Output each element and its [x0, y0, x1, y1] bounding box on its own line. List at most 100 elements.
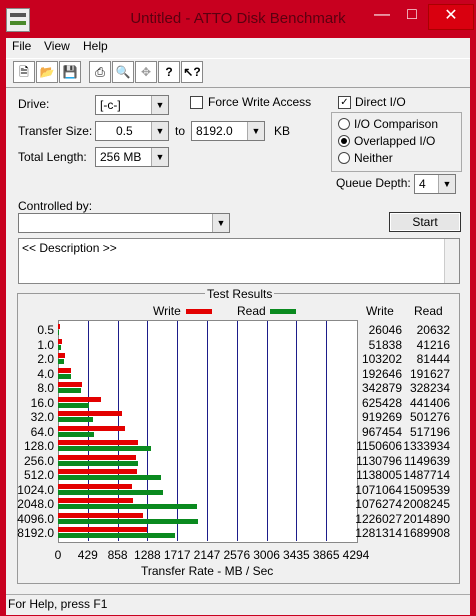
- write-value: 103202: [361, 352, 402, 366]
- read-bar: [58, 373, 72, 379]
- help-icon[interactable]: ?: [158, 61, 180, 83]
- write-value: 26046: [368, 323, 402, 337]
- column-header-write: Write: [366, 304, 394, 318]
- chevron-down-icon: ▼: [151, 122, 168, 140]
- read-value: 501276: [409, 410, 450, 424]
- io-comparison-radio[interactable]: [338, 118, 350, 130]
- write-value: 192646: [361, 366, 402, 381]
- chevron-down-icon: ▼: [151, 96, 168, 114]
- neither-radio[interactable]: [338, 152, 350, 164]
- description-field[interactable]: << Description >>: [18, 238, 460, 284]
- new-document-icon[interactable]: 🗎: [13, 61, 35, 83]
- direct-io-checkbox[interactable]: ✓: [338, 96, 351, 109]
- menu-view[interactable]: View: [44, 38, 70, 54]
- write-bar: [58, 469, 137, 474]
- read-bar: [58, 475, 162, 480]
- legend-read-label: Read: [237, 304, 266, 318]
- menu-bar: [6, 38, 470, 56]
- write-bar: [58, 411, 122, 416]
- io-comparison-label: I/O Comparison: [354, 117, 439, 131]
- close-button[interactable]: ✕: [428, 4, 474, 30]
- row-label: 16.0: [30, 395, 54, 410]
- write-bar: [58, 527, 147, 532]
- description-scrollbar[interactable]: [444, 239, 459, 283]
- print-preview-icon[interactable]: 🔍: [112, 61, 134, 83]
- read-bar: [58, 518, 198, 524]
- start-button[interactable]: Start: [389, 212, 461, 232]
- total-length-select[interactable]: 256 MB ▼: [95, 147, 169, 167]
- row-label: 8192.0: [17, 526, 54, 540]
- read-bar: [58, 388, 81, 393]
- drive-label: Drive:: [18, 97, 50, 111]
- overlapped-io-radio[interactable]: [338, 135, 350, 147]
- minimize-button[interactable]: —: [368, 4, 396, 28]
- direct-io-label: Direct I/O: [355, 95, 406, 109]
- write-bar: [58, 440, 138, 445]
- row-label: 8.0: [37, 381, 54, 395]
- write-bar: [58, 367, 72, 373]
- write-value: 342879: [361, 381, 402, 395]
- drive-select[interactable]: [-c-] ▼: [95, 95, 169, 115]
- force-write-label: Force Write Access: [208, 95, 312, 109]
- write-value: 967454: [361, 424, 402, 439]
- write-value: 51838: [368, 337, 402, 352]
- read-value: 191627: [409, 366, 450, 381]
- write-value: 1130796: [356, 453, 402, 468]
- read-bar: [58, 431, 94, 437]
- controlled-by-select[interactable]: ▼: [18, 213, 230, 233]
- row-label: 32.0: [30, 410, 54, 424]
- write-value: 1150606: [356, 439, 402, 453]
- menu-help[interactable]: Help: [83, 38, 108, 54]
- row-label: 256.0: [23, 453, 54, 468]
- force-write-checkbox[interactable]: [190, 96, 203, 109]
- x-axis-label: Transfer Rate - MB / Sec: [141, 564, 274, 578]
- test-results-title: Test Results: [205, 287, 275, 301]
- controlled-by-label: Controlled by:: [18, 199, 93, 213]
- move-icon[interactable]: ✥: [135, 61, 157, 83]
- write-bar: [58, 425, 126, 431]
- chevron-down-icon: ▼: [212, 214, 229, 232]
- grid-line: [236, 321, 238, 541]
- read-value: 81444: [416, 352, 450, 366]
- row-label: 4096.0: [17, 511, 54, 526]
- row-label: 4.0: [37, 366, 54, 381]
- overlapped-io-label: Overlapped I/O: [354, 134, 436, 148]
- read-bar: [58, 402, 89, 408]
- row-label: 0.5: [37, 323, 54, 337]
- transfer-from-select[interactable]: 0.5 ▼: [95, 121, 169, 141]
- save-icon[interactable]: 💾: [59, 61, 81, 83]
- chart-plot-area: [58, 320, 358, 543]
- total-length-label: Total Length:: [18, 150, 87, 164]
- read-value: 1689908: [403, 526, 450, 540]
- read-value: 328234: [409, 381, 450, 395]
- transfer-size-label: Transfer Size:: [18, 124, 93, 138]
- legend-write-label: Write: [153, 304, 181, 318]
- row-label: 64.0: [30, 424, 54, 439]
- drive-value: [-c-]: [100, 98, 121, 112]
- open-folder-icon[interactable]: 📂: [36, 61, 58, 83]
- row-label: 1024.0: [17, 482, 54, 497]
- read-value: 41216: [416, 337, 450, 352]
- write-value: 1138005: [356, 468, 402, 482]
- read-value: 2008245: [403, 497, 450, 511]
- transfer-to-select[interactable]: 8192.0 ▼: [191, 121, 265, 141]
- write-value: 1281314: [355, 526, 402, 540]
- transfer-to-value: 8192.0: [196, 124, 233, 138]
- queue-depth-select[interactable]: 4 ▼: [414, 174, 456, 194]
- menu-file[interactable]: File: [12, 38, 31, 54]
- row-label: 2.0: [37, 352, 54, 366]
- legend-write-swatch: [186, 309, 212, 314]
- print-icon[interactable]: ⎙: [89, 61, 111, 83]
- grid-line: [326, 321, 328, 541]
- total-length-value: 256 MB: [100, 150, 142, 164]
- read-bar: [58, 359, 64, 364]
- write-bar: [58, 324, 60, 329]
- read-bar: [58, 504, 198, 509]
- maximize-button[interactable]: □: [398, 4, 426, 28]
- read-value: 20632: [416, 323, 450, 337]
- write-value: 1071064: [355, 482, 402, 497]
- context-help-icon[interactable]: ↖?: [181, 61, 203, 83]
- status-text: For Help, press F1: [8, 597, 108, 611]
- read-bar: [58, 344, 61, 350]
- x-tick-label: 4294: [342, 548, 370, 562]
